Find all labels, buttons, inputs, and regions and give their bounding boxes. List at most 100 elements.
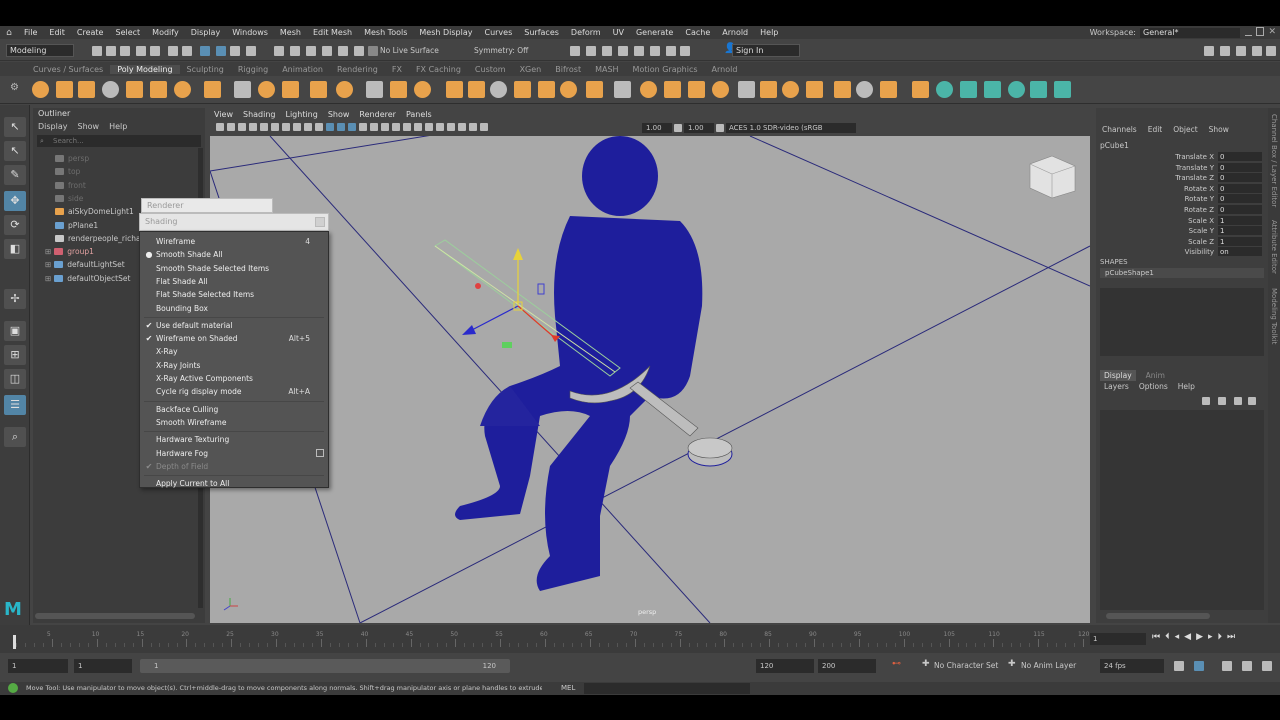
channel-scale-z[interactable]: Scale Z 1 xyxy=(1100,236,1262,247)
home-icon[interactable]: ⌂ xyxy=(0,28,18,38)
menu-windows[interactable]: Windows xyxy=(226,28,274,37)
loop-icon[interactable] xyxy=(1174,661,1184,671)
shelf-tab-animation[interactable]: Animation xyxy=(275,65,330,74)
bridge-icon[interactable] xyxy=(560,81,577,98)
menu-display[interactable]: Display xyxy=(185,28,227,37)
channel-box-icon[interactable] xyxy=(1252,46,1262,56)
lasso-tool-icon[interactable]: ↖ xyxy=(4,141,26,161)
target-weld-icon[interactable] xyxy=(738,81,755,98)
anim-end-field[interactable]: 200 xyxy=(818,659,876,673)
outliner-menu-show[interactable]: Show xyxy=(78,120,100,133)
shading-item-smooth-wireframe[interactable]: Smooth Wireframe xyxy=(140,416,328,429)
mask-2-icon[interactable] xyxy=(230,46,240,56)
menu-modify[interactable]: Modify xyxy=(146,28,185,37)
new-layer-icon[interactable] xyxy=(1234,397,1242,405)
step-forward-key-icon[interactable]: ⏵ xyxy=(1218,632,1223,642)
sweep-mesh-icon[interactable] xyxy=(414,81,431,98)
motion-blur-icon[interactable] xyxy=(403,123,411,131)
auto-uv-icon[interactable] xyxy=(960,81,977,98)
menu-uv[interactable]: UV xyxy=(607,28,630,37)
scale-tool-icon[interactable]: ◧ xyxy=(4,239,26,259)
exposure-field[interactable]: 1.00 xyxy=(642,123,672,133)
grease-pencil-icon[interactable] xyxy=(260,123,268,131)
shading-item-smooth-shade-selected-items[interactable]: Smooth Shade Selected Items xyxy=(140,262,328,275)
menu-file[interactable]: File xyxy=(18,28,43,37)
shading-item-bounding-box[interactable]: Bounding Box xyxy=(140,302,328,315)
layout-two-icon[interactable]: ◫ xyxy=(4,369,26,389)
layer-menu-layers[interactable]: Layers xyxy=(1104,382,1129,391)
shading-item-wireframe[interactable]: Wireframe 4 xyxy=(140,235,328,248)
cylinder-icon[interactable] xyxy=(78,81,95,98)
new-scene-icon[interactable] xyxy=(92,46,102,56)
layout-single-icon[interactable]: ▣ xyxy=(4,321,26,341)
outliner-item-front[interactable]: front xyxy=(55,179,86,192)
shelf-tab-custom[interactable]: Custom xyxy=(468,65,513,74)
shelf-tab-curves-surfaces[interactable]: Curves / Surfaces xyxy=(26,65,110,74)
minimize-icon[interactable] xyxy=(1245,27,1253,36)
shading-item-use-default-material[interactable]: ✔ Use default material xyxy=(140,319,328,332)
combine-icon[interactable] xyxy=(446,81,463,98)
channel-box-scrollbar[interactable] xyxy=(1106,613,1210,619)
shelf-tab-motion-graphics[interactable]: Motion Graphics xyxy=(626,65,705,74)
shadows-icon[interactable] xyxy=(381,123,389,131)
channel-menu-edit[interactable]: Edit xyxy=(1148,125,1163,134)
menu-surfaces[interactable]: Surfaces xyxy=(518,28,565,37)
menu-edit[interactable]: Edit xyxy=(43,28,71,37)
grid-toggle-icon[interactable] xyxy=(271,123,279,131)
viewport-menu-lighting[interactable]: Lighting xyxy=(285,110,317,119)
shading-item-flat-shade-selected-items[interactable]: Flat Shade Selected Items xyxy=(140,288,328,301)
shelf-tab-mash[interactable]: MASH xyxy=(588,65,625,74)
menu-cache[interactable]: Cache xyxy=(679,28,716,37)
layer-move-down-icon[interactable] xyxy=(1218,397,1226,405)
layer-tab-anim[interactable]: Anim xyxy=(1142,370,1169,381)
channel-scale-x[interactable]: Scale X 1 xyxy=(1100,215,1262,226)
go-to-end-icon[interactable]: ⏭ xyxy=(1227,632,1235,642)
multi-cut-icon[interactable] xyxy=(712,81,729,98)
shelf-tab-bifrost[interactable]: Bifrost xyxy=(548,65,588,74)
shelf-tab-sculpting[interactable]: Sculpting xyxy=(180,65,231,74)
color-space-dropdown[interactable]: ACES 1.0 SDR-video (sRGB xyxy=(726,123,856,133)
viewport-menu-renderer[interactable]: Renderer xyxy=(359,110,396,119)
expand-icon[interactable]: ⊞ xyxy=(45,258,51,271)
outliner-item-renderpeople-richar[interactable]: renderpeople_richar xyxy=(55,232,144,245)
two-d-pan-icon[interactable] xyxy=(249,123,257,131)
sound-icon[interactable] xyxy=(1194,661,1204,671)
viewport-menu-panels[interactable]: Panels xyxy=(406,110,432,119)
character-set-dropdown[interactable]: No Character Set xyxy=(934,661,998,670)
time-slider[interactable]: 5 10 15 20 25 30 35 40 45 50 55 60 65 70 75 80 85 90 95 100… xyxy=(0,625,1280,653)
menu-generate[interactable]: Generate xyxy=(630,28,679,37)
cut-uv-icon[interactable] xyxy=(984,81,1001,98)
image-plane-icon[interactable] xyxy=(238,123,246,131)
fill-hole-icon[interactable] xyxy=(688,81,705,98)
layer-menu-help[interactable]: Help xyxy=(1178,382,1195,391)
render-icon[interactable] xyxy=(570,46,580,56)
expand-icon[interactable]: ⊞ xyxy=(45,272,51,285)
render-settings-icon[interactable] xyxy=(602,46,612,56)
select-tool-icon[interactable]: ↖ xyxy=(4,117,26,137)
range-end-field[interactable]: 120 xyxy=(756,659,814,673)
channel-value[interactable]: 0 xyxy=(1218,173,1262,183)
side-tab-modeling-toolkit[interactable]: Modeling Toolkit xyxy=(1270,288,1278,344)
renderer-menu-header[interactable]: Renderer xyxy=(141,198,273,213)
live-surface-icon[interactable] xyxy=(368,46,378,56)
menu-select[interactable]: Select xyxy=(109,28,146,37)
viewport-menu-shading[interactable]: Shading xyxy=(243,110,276,119)
mel-command-input[interactable] xyxy=(584,683,750,694)
step-back-icon[interactable]: ◂ xyxy=(1175,632,1180,642)
menu-edit-mesh[interactable]: Edit Mesh xyxy=(307,28,358,37)
character-wireframe[interactable] xyxy=(455,136,703,591)
layout-outliner-icon[interactable]: ☰ xyxy=(4,395,26,415)
side-tab-channel-box[interactable]: Channel Box / Layer Editor xyxy=(1270,114,1278,207)
anim-layer-dropdown[interactable]: No Anim Layer xyxy=(1021,661,1076,670)
channel-visibility[interactable]: Visibility on xyxy=(1100,247,1262,257)
expand-icon[interactable]: ⊞ xyxy=(45,245,51,258)
move-tool-icon[interactable]: ✥ xyxy=(4,191,26,211)
boolean-icon[interactable] xyxy=(514,81,531,98)
channel-rotate-z[interactable]: Rotate Z 0 xyxy=(1100,205,1262,215)
shading-item-cycle-rig-display-mode[interactable]: Cycle rig display mode Alt+A xyxy=(140,385,328,398)
close-icon[interactable]: ✕ xyxy=(1268,27,1276,37)
channel-menu-object[interactable]: Object xyxy=(1173,125,1197,134)
outliner-item-pplane1[interactable]: pPlane1 xyxy=(55,219,98,232)
gear-icon[interactable] xyxy=(310,81,327,98)
extrude-icon[interactable] xyxy=(586,81,603,98)
